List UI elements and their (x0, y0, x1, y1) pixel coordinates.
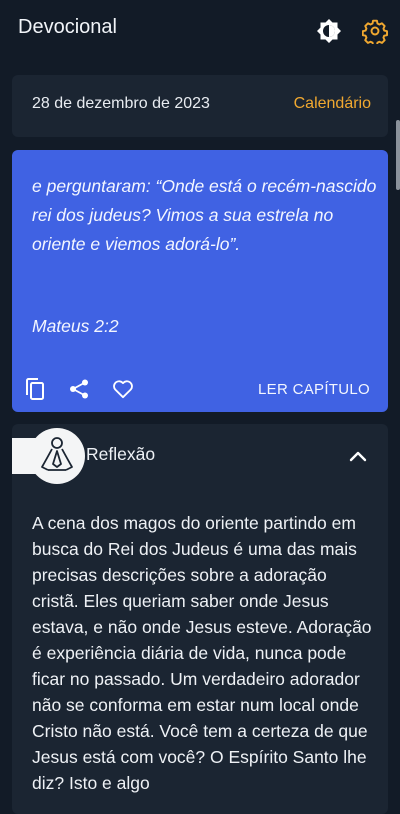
read-chapter-button[interactable]: LER CAPÍTULO (258, 381, 370, 398)
settings-button[interactable] (361, 17, 389, 45)
brightness-toggle-button[interactable] (315, 17, 343, 45)
heart-icon (113, 380, 133, 399)
verse-reference: Mateus 2:2 (32, 316, 119, 336)
collapse-button[interactable] (346, 444, 370, 468)
current-date: 28 de dezembro de 2023 (32, 95, 210, 112)
copy-button[interactable] (22, 376, 48, 402)
share-icon (70, 379, 88, 399)
praying-person-icon (41, 437, 73, 471)
app-bar: Devocional (0, 0, 400, 60)
reflection-text: A cena dos magos do oriente partindo em … (32, 513, 372, 793)
settings-icon (362, 19, 388, 44)
reflection-title: Reflexão (86, 444, 156, 464)
reflection-avatar (29, 428, 85, 484)
brightness-icon (317, 19, 341, 43)
reflection-card: Reflexão A cena dos magos do oriente par… (12, 424, 388, 814)
calendar-link[interactable]: Calendário (294, 95, 371, 113)
copy-icon (26, 378, 44, 400)
date-card: 28 de dezembro de 2023 Calendário (12, 75, 388, 137)
share-button[interactable] (66, 376, 92, 402)
favorite-button[interactable] (110, 376, 136, 402)
verse-card: e perguntaram: “Onde está o recém-nascid… (12, 150, 388, 412)
app-title: Devocional (18, 16, 117, 38)
scrollbar[interactable] (396, 120, 400, 190)
chevron-up-icon (349, 451, 367, 462)
verse-text: e perguntaram: “Onde está o recém-nascid… (32, 176, 377, 254)
